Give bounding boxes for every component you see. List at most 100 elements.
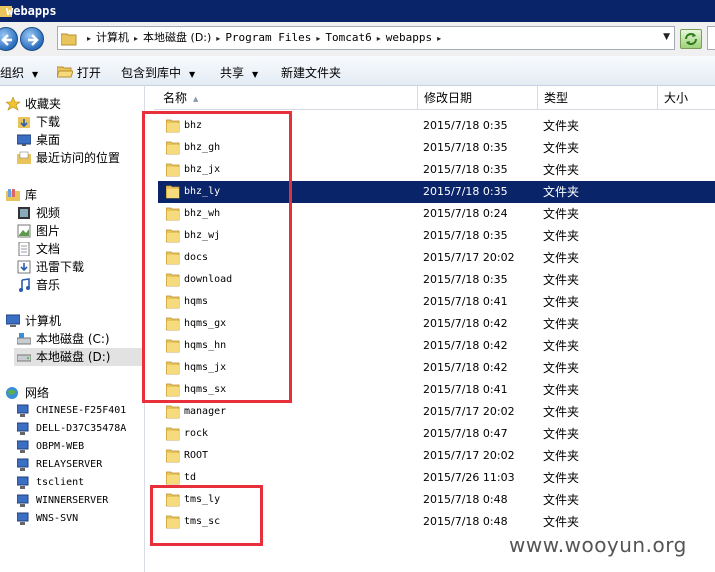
file-name: bhz_wj bbox=[184, 230, 221, 241]
file-row[interactable]: bhz 2015/7/18 0:35 文件夹 bbox=[158, 115, 715, 137]
file-row[interactable]: tms_sc 2015/7/18 0:48 文件夹 bbox=[158, 511, 715, 533]
file-row[interactable]: bhz_wj 2015/7/18 0:35 文件夹 bbox=[158, 225, 715, 247]
file-row[interactable]: hqms_jx 2015/7/18 0:42 文件夹 bbox=[158, 357, 715, 379]
nav-item-label: 本地磁盘 (D:) bbox=[36, 350, 111, 364]
column-header-date[interactable]: 修改日期 bbox=[418, 86, 538, 110]
chevron-right-icon[interactable]: ▸ bbox=[134, 34, 138, 43]
back-button[interactable] bbox=[0, 27, 18, 51]
file-date: 2015/7/18 0:42 bbox=[423, 339, 508, 352]
file-date: 2015/7/18 0:42 bbox=[423, 361, 508, 374]
folder-icon bbox=[166, 295, 180, 309]
file-row[interactable]: hqms_gx 2015/7/18 0:42 文件夹 bbox=[158, 313, 715, 335]
file-type: 文件夹 bbox=[543, 141, 580, 155]
file-row[interactable]: hqms 2015/7/18 0:41 文件夹 bbox=[158, 291, 715, 313]
file-row[interactable]: docs 2015/7/17 20:02 文件夹 bbox=[158, 247, 715, 269]
column-header-type[interactable]: 类型 bbox=[538, 86, 658, 110]
folder-icon bbox=[166, 427, 180, 441]
folder-icon bbox=[166, 185, 180, 199]
new-folder-button[interactable]: 新建文件夹 bbox=[281, 64, 341, 81]
navigation-pane[interactable]: 收藏夹 下载 桌面 最近访问的位置 库 视频 图片 文档 迅雷下载 音乐 计算机 bbox=[0, 86, 145, 572]
file-list[interactable]: 名称 ▲ 修改日期 类型 大小 bhz 2015/7/18 0:35 文件夹 bhz_g… bbox=[146, 86, 715, 572]
share-button[interactable]: 共享 ▼ bbox=[220, 64, 258, 81]
file-row[interactable]: tms_ly 2015/7/18 0:48 文件夹 bbox=[158, 489, 715, 511]
file-row[interactable]: hqms_sx 2015/7/18 0:41 文件夹 bbox=[158, 379, 715, 401]
file-name: bhz_wh bbox=[184, 208, 221, 219]
file-row[interactable]: ROOT 2015/7/17 20:02 文件夹 bbox=[158, 445, 715, 467]
file-name: td bbox=[184, 472, 197, 483]
folder-icon bbox=[166, 317, 180, 331]
nav-item-label: WINNERSERVER bbox=[36, 495, 109, 506]
organize-button[interactable]: 组织 ▼ bbox=[0, 64, 38, 81]
crumb-webapps[interactable]: webapps bbox=[386, 31, 432, 44]
network-computer-icon bbox=[17, 458, 29, 471]
file-date: 2015/7/18 0:41 bbox=[423, 295, 508, 308]
column-header-type-label: 类型 bbox=[544, 91, 569, 105]
chevron-right-icon[interactable]: ▸ bbox=[377, 34, 381, 43]
file-date: 2015/7/18 0:35 bbox=[423, 229, 508, 242]
file-row[interactable]: td 2015/7/26 11:03 文件夹 bbox=[158, 467, 715, 489]
window-title: webapps bbox=[6, 4, 57, 18]
command-bar: 组织 ▼ 打开 包含到库中 ▼ 共享 ▼ 新建文件夹 bbox=[0, 56, 715, 86]
crumb-drive-d[interactable]: 本地磁盘 (D:) bbox=[143, 31, 211, 44]
desktop-icon bbox=[17, 134, 31, 146]
download-folder-icon bbox=[18, 117, 30, 128]
file-row[interactable]: rock 2015/7/18 0:47 文件夹 bbox=[158, 423, 715, 445]
column-header-name-label: 名称 bbox=[163, 91, 188, 105]
forward-button[interactable] bbox=[20, 27, 44, 51]
file-row[interactable]: manager 2015/7/17 20:02 文件夹 bbox=[158, 401, 715, 423]
include-in-library-button[interactable]: 包含到库中 ▼ bbox=[121, 64, 195, 81]
column-header-size[interactable]: 大小 bbox=[658, 86, 715, 110]
file-name: bhz bbox=[184, 120, 203, 131]
crumb-program-files[interactable]: Program Files bbox=[225, 31, 311, 44]
network-computer-icon bbox=[17, 512, 29, 525]
chevron-right-icon[interactable]: ▸ bbox=[437, 34, 441, 43]
chevron-right-icon[interactable]: ▸ bbox=[316, 34, 320, 43]
open-label: 打开 bbox=[76, 66, 101, 80]
file-name: rock bbox=[184, 428, 209, 439]
file-row[interactable]: download 2015/7/18 0:35 文件夹 bbox=[158, 269, 715, 291]
chevron-down-icon: ▼ bbox=[189, 70, 196, 79]
open-button[interactable]: 打开 bbox=[56, 64, 101, 81]
file-date: 2015/7/18 0:48 bbox=[423, 493, 508, 506]
nav-item-label: 文档 bbox=[36, 242, 61, 256]
network-computer-icon bbox=[17, 476, 29, 489]
folder-icon bbox=[166, 273, 180, 287]
crumb-computer[interactable]: 计算机 bbox=[96, 31, 129, 44]
file-type: 文件夹 bbox=[543, 229, 580, 243]
file-date: 2015/7/18 0:47 bbox=[423, 427, 508, 440]
nav-libraries-label: 库 bbox=[25, 188, 38, 202]
search-input[interactable] bbox=[707, 26, 715, 50]
file-name: hqms_jx bbox=[184, 362, 227, 373]
crumb-tomcat6[interactable]: Tomcat6 bbox=[325, 31, 371, 44]
drive-icon bbox=[17, 354, 31, 362]
folder-icon bbox=[61, 33, 77, 46]
nav-item-drive-d[interactable]: 本地磁盘 (D:) bbox=[14, 348, 145, 366]
file-type: 文件夹 bbox=[543, 207, 580, 221]
chevron-down-icon[interactable]: ▼ bbox=[663, 32, 670, 42]
address-bar[interactable]: ▸ 计算机 ▸ 本地磁盘 (D:) ▸ Program Files ▸ Tomcat6 ▸ web… bbox=[57, 26, 675, 50]
file-date: 2015/7/18 0:35 bbox=[423, 273, 508, 286]
file-type: 文件夹 bbox=[543, 295, 580, 309]
share-label: 共享 bbox=[220, 66, 245, 80]
file-row[interactable]: bhz_wh 2015/7/18 0:24 文件夹 bbox=[158, 203, 715, 225]
file-row[interactable]: bhz_ly 2015/7/18 0:35 文件夹 bbox=[158, 181, 715, 203]
file-row[interactable]: bhz_gh 2015/7/18 0:35 文件夹 bbox=[158, 137, 715, 159]
file-type: 文件夹 bbox=[543, 119, 580, 133]
file-date: 2015/7/17 20:02 bbox=[423, 449, 515, 462]
document-icon bbox=[18, 242, 30, 256]
file-type: 文件夹 bbox=[543, 163, 580, 177]
file-row[interactable]: bhz_jx 2015/7/18 0:35 文件夹 bbox=[158, 159, 715, 181]
folder-icon bbox=[166, 251, 180, 265]
nav-network-label: 网络 bbox=[25, 386, 50, 400]
title-bar[interactable]: webapps bbox=[0, 0, 715, 22]
music-icon bbox=[19, 278, 30, 292]
file-type: 文件夹 bbox=[543, 405, 580, 419]
nav-item-label: 图片 bbox=[36, 224, 61, 238]
video-icon bbox=[18, 207, 30, 219]
chevron-right-icon[interactable]: ▸ bbox=[87, 34, 91, 43]
chevron-right-icon[interactable]: ▸ bbox=[216, 34, 220, 43]
file-row[interactable]: hqms_hn 2015/7/18 0:42 文件夹 bbox=[158, 335, 715, 357]
column-header-name[interactable]: 名称 ▲ bbox=[154, 86, 418, 110]
refresh-button[interactable] bbox=[680, 29, 702, 49]
nav-item-label: 下载 bbox=[36, 115, 61, 129]
